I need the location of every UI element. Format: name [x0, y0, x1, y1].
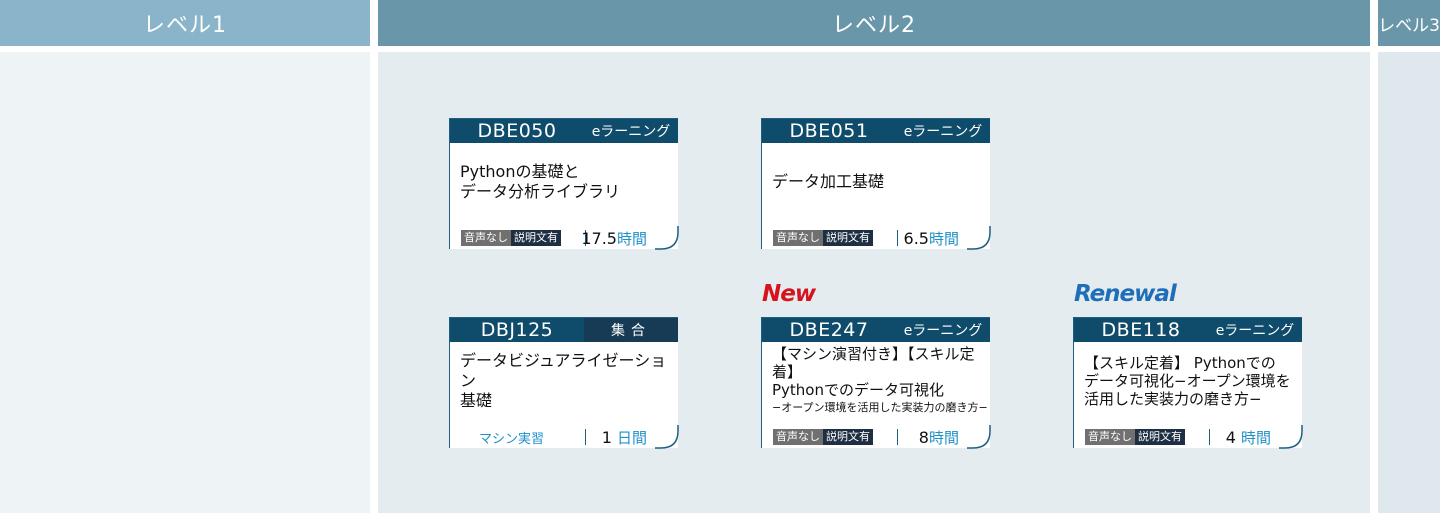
- card-corner-curve-icon: [967, 226, 991, 250]
- level1-column: レベル1: [0, 0, 370, 513]
- no-audio-badge: 音声なし: [1085, 429, 1135, 445]
- card-footer: 音声なし 説明文有 8時間: [761, 425, 991, 449]
- caption-badge: 説明文有: [823, 230, 873, 246]
- new-label: New: [762, 281, 816, 307]
- duration-value: 6.5: [903, 229, 929, 248]
- course-title: Pythonの基礎と データ分析ライブラリ: [450, 143, 678, 221]
- course-title-line: データビジュアライゼーション: [460, 351, 667, 390]
- duration-unit: 時間: [616, 230, 647, 248]
- duration-value: 4: [1225, 428, 1236, 447]
- course-card-dbe051[interactable]: DBE051 eラーニング データ加工基礎 音声なし 説明文有 6.5時間: [761, 118, 991, 250]
- card-header: DBE050 eラーニング: [450, 119, 678, 143]
- no-audio-badge: 音声なし: [773, 230, 823, 246]
- course-title: データ加工基礎: [762, 143, 990, 221]
- footer-divider: [585, 429, 586, 445]
- footer-divider: [1209, 429, 1210, 445]
- course-type: 集合: [584, 318, 678, 342]
- course-code: DBJ125: [450, 318, 584, 342]
- card-corner-curve-icon: [655, 226, 679, 250]
- card-corner-curve-icon: [655, 425, 679, 449]
- duration-value: 17.5: [581, 229, 617, 248]
- card-header: DBJ125 集合: [450, 318, 678, 342]
- duration: 6.5時間: [904, 228, 959, 249]
- course-card-dbe247[interactable]: DBE247 eラーニング 【マシン演習付き】【スキル定着】 Pythonでのデ…: [761, 317, 991, 449]
- duration: 8時間: [919, 427, 959, 448]
- course-title-line: データ可視化−オープン環境を: [1084, 372, 1291, 390]
- card-header: DBE118 eラーニング: [1074, 318, 1302, 342]
- duration: 1 日間: [602, 427, 647, 448]
- course-card-dbj125[interactable]: DBJ125 集合 データビジュアライゼーション 基礎 マシン実習 1 日間: [449, 317, 679, 449]
- course-title-line: 【スキル定着】 Pythonでの: [1084, 354, 1276, 372]
- card-corner-curve-icon: [967, 425, 991, 449]
- duration: 4 時間: [1226, 427, 1271, 448]
- course-type: eラーニング: [896, 119, 990, 143]
- course-title-line: 活用した実装力の磨き方−: [1084, 390, 1262, 408]
- course-title-line: 【マシン演習付き】【スキル定着】: [772, 345, 975, 381]
- course-type: eラーニング: [584, 119, 678, 143]
- footer-divider: [897, 230, 898, 246]
- caption-badge: 説明文有: [511, 230, 561, 246]
- level2-header: レベル2: [378, 0, 1370, 46]
- course-title: 【マシン演習付き】【スキル定着】 Pythonでのデータ可視化 −オープン環境を…: [762, 342, 990, 420]
- duration-unit: 時間: [1240, 429, 1271, 447]
- level3-body: [1378, 52, 1440, 513]
- card-footer: マシン実習 1 日間: [449, 425, 679, 449]
- caption-badge: 説明文有: [1135, 429, 1185, 445]
- card-footer: 音声なし 説明文有 4 時間: [1073, 425, 1303, 449]
- duration-unit: 時間: [928, 429, 959, 447]
- course-type: eラーニング: [896, 318, 990, 342]
- course-title-line: データ分析ライブラリ: [460, 182, 621, 201]
- course-code: DBE050: [450, 119, 584, 143]
- course-title-line: Pythonの基礎と: [460, 162, 580, 181]
- machine-practice-label: マシン実習: [479, 432, 545, 447]
- card-footer: 音声なし 説明文有 6.5時間: [761, 226, 991, 250]
- duration-unit: 時間: [928, 230, 959, 248]
- course-title-line: 基礎: [460, 391, 493, 410]
- duration-value: 1: [601, 428, 612, 447]
- course-title-line: Pythonでのデータ可視化: [772, 381, 944, 399]
- card-header: DBE247 eラーニング: [762, 318, 990, 342]
- duration: 17.5時間: [581, 228, 647, 249]
- card-corner-curve-icon: [1279, 425, 1303, 449]
- course-code: DBE118: [1074, 318, 1208, 342]
- level3-header: レベル3: [1378, 0, 1440, 46]
- footer-divider: [897, 429, 898, 445]
- duration-unit: 日間: [616, 429, 647, 447]
- card-footer: 音声なし 説明文有 17.5時間: [449, 226, 679, 250]
- course-title-line: −オープン環境を活用した実装力の磨き方−: [772, 401, 988, 414]
- duration-value: 8: [918, 428, 929, 447]
- renewal-label: Renewal: [1074, 281, 1177, 307]
- level1-body: [0, 52, 370, 513]
- no-audio-badge: 音声なし: [773, 429, 823, 445]
- level1-header: レベル1: [0, 0, 370, 46]
- course-card-dbe050[interactable]: DBE050 eラーニング Pythonの基礎と データ分析ライブラリ 音声なし…: [449, 118, 679, 250]
- course-code: DBE247: [762, 318, 896, 342]
- course-type: eラーニング: [1208, 318, 1302, 342]
- level3-column: レベル3: [1378, 0, 1440, 513]
- no-audio-badge: 音声なし: [461, 230, 511, 246]
- card-header: DBE051 eラーニング: [762, 119, 990, 143]
- course-card-dbe118[interactable]: DBE118 eラーニング 【スキル定着】 Pythonでの データ可視化−オー…: [1073, 317, 1303, 449]
- course-title-line: データ加工基礎: [772, 172, 885, 191]
- course-title: データビジュアライゼーション 基礎: [450, 342, 678, 420]
- caption-badge: 説明文有: [823, 429, 873, 445]
- course-code: DBE051: [762, 119, 896, 143]
- course-title: 【スキル定着】 Pythonでの データ可視化−オープン環境を 活用した実装力の…: [1074, 342, 1302, 420]
